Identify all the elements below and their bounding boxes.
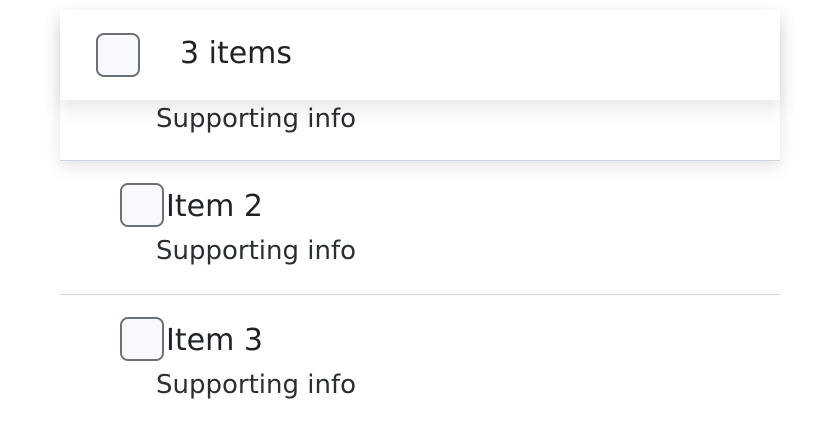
- item-checkbox[interactable]: [120, 317, 164, 361]
- item-supporting-text: Supporting info: [156, 104, 357, 134]
- item-supporting-text: Supporting info: [156, 370, 357, 400]
- select-all-checkbox[interactable]: [96, 33, 140, 77]
- list-item[interactable]: Item 3 Supporting info: [60, 295, 780, 429]
- selected-count: 3 items: [180, 36, 293, 71]
- item-title: Item 2: [166, 189, 263, 224]
- list-page: Supporting info Item 2 Supporting info I…: [0, 0, 840, 440]
- list-item[interactable]: Item 2 Supporting info: [60, 161, 780, 295]
- item-supporting-text: Supporting info: [156, 236, 357, 266]
- item-title: Item 3: [166, 323, 263, 358]
- selection-header: 3 items: [60, 10, 780, 100]
- item-checkbox[interactable]: [120, 183, 164, 227]
